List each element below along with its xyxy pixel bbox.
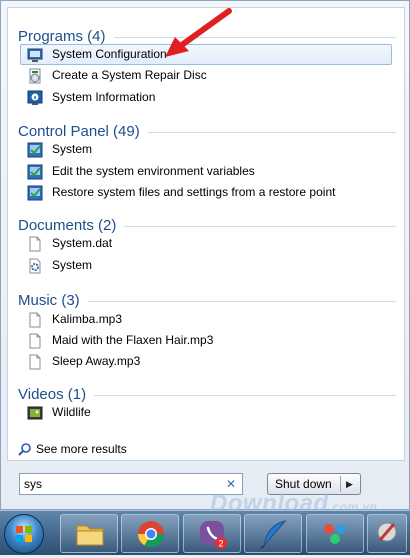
result-item-label: Kalimba.mp3	[52, 312, 123, 326]
taskbar-app-button[interactable]	[306, 514, 364, 553]
result-item[interactable]: Maid with the Flaxen Hair.mp3	[20, 330, 392, 351]
result-item[interactable]: Edit the system environment variables	[20, 161, 392, 182]
system-configuration-icon	[27, 48, 43, 62]
repair-disc-icon	[29, 68, 41, 84]
taskbar-paint-button[interactable]	[244, 514, 302, 553]
result-item[interactable]: Create a System Repair Disc	[20, 65, 392, 86]
taskbar: 2	[0, 510, 410, 555]
result-item-label: Restore system files and settings from a…	[52, 185, 336, 199]
file-icon	[29, 236, 41, 252]
control-panel-icon	[27, 185, 43, 201]
tool-icon	[377, 522, 397, 542]
group-divider	[87, 301, 396, 302]
viber-icon: 2	[200, 521, 227, 549]
start-menu: Programs (4) System Configuration Create a…	[0, 0, 410, 510]
result-item-label: Wildlife	[52, 405, 91, 419]
gear-file-icon	[29, 258, 41, 274]
group-divider	[147, 132, 396, 133]
result-item-label: Create a System Repair Disc	[52, 68, 207, 82]
taskbar-chrome-button[interactable]	[121, 514, 179, 553]
start-button[interactable]	[4, 514, 44, 554]
result-item[interactable]: Wildlife	[20, 402, 392, 423]
result-item-label: Sleep Away.mp3	[52, 354, 141, 368]
search-results-panel: Programs (4) System Configuration Create a…	[7, 7, 405, 461]
feather-pen-icon	[260, 520, 287, 549]
result-item[interactable]: System	[20, 255, 392, 276]
video-icon	[27, 406, 43, 420]
magnifier-icon	[18, 443, 31, 456]
taskbar-viber-button[interactable]: 2	[183, 514, 241, 553]
windows-logo-icon	[16, 526, 32, 542]
viber-badge: 2	[218, 539, 223, 549]
annotation-red-arrow	[165, 8, 232, 57]
see-more-label: See more results	[36, 442, 127, 456]
result-item[interactable]: Restore system files and settings from a…	[20, 182, 392, 203]
taskbar-tool-button[interactable]	[367, 514, 407, 553]
control-panel-icon	[27, 142, 43, 158]
colorful-app-icon	[324, 524, 346, 544]
file-icon	[29, 354, 41, 370]
result-item-label: System	[52, 142, 93, 156]
result-item-label: Maid with the Flaxen Hair.mp3	[52, 333, 214, 347]
system-information-icon	[27, 90, 43, 105]
result-item-label: System.dat	[52, 236, 113, 250]
result-item-label: System Configuration	[52, 47, 167, 61]
group-divider	[113, 37, 396, 38]
result-item[interactable]: System Information	[20, 87, 392, 108]
result-item[interactable]: System	[20, 139, 392, 160]
folder-icon	[76, 525, 104, 546]
result-item[interactable]: Kalimba.mp3	[20, 309, 392, 330]
search-input[interactable]	[24, 476, 214, 492]
result-item[interactable]: System.dat	[20, 233, 392, 254]
file-icon	[29, 333, 41, 349]
taskbar-explorer-button[interactable]	[60, 514, 118, 553]
result-item-label: System	[52, 258, 93, 272]
result-item-label: System Information	[52, 90, 156, 104]
group-divider	[124, 226, 396, 227]
result-item[interactable]: Sleep Away.mp3	[20, 351, 392, 372]
group-divider	[94, 395, 396, 396]
chrome-icon	[137, 521, 165, 548]
file-icon	[29, 312, 41, 328]
result-item-label: Edit the system environment variables	[52, 164, 255, 178]
control-panel-icon	[27, 164, 43, 180]
